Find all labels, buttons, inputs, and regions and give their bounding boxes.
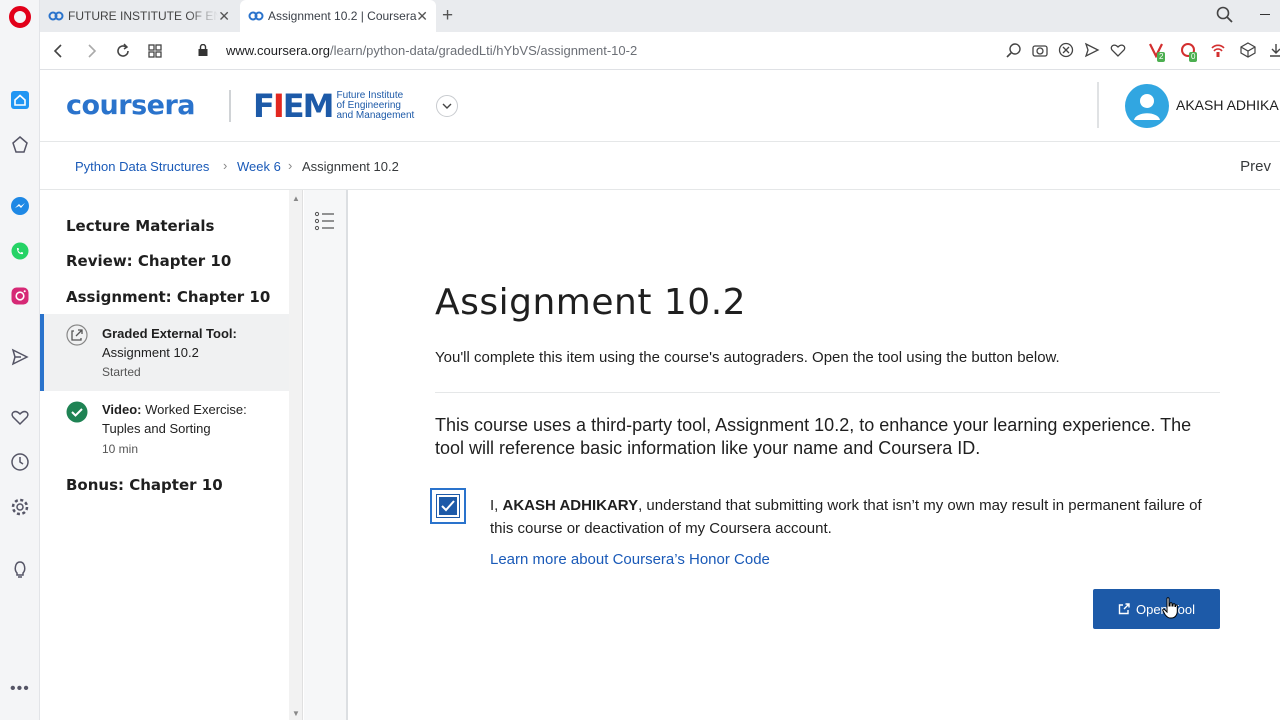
chevron-right-icon: › xyxy=(223,158,228,173)
instagram-icon[interactable] xyxy=(8,284,32,308)
chevron-right-icon: › xyxy=(288,158,293,173)
section-bonus-chapter[interactable]: Bonus: Chapter 10 xyxy=(66,476,223,494)
opera-logo-icon[interactable] xyxy=(9,6,31,28)
close-tab-icon[interactable]: ✕ xyxy=(218,8,230,25)
open-tool-button[interactable]: Open Tool xyxy=(1093,589,1220,629)
section-review-chapter[interactable]: Review: Chapter 10 xyxy=(66,252,231,270)
org-switcher-chevron-down-icon[interactable] xyxy=(436,95,458,117)
url-field[interactable]: www.coursera.org/learn/python-data/grade… xyxy=(226,43,637,58)
url-domain: www.coursera.org xyxy=(226,43,331,58)
breadcrumb-current: Assignment 10.2 xyxy=(302,159,399,174)
content-divider xyxy=(435,392,1220,393)
download-icon[interactable] xyxy=(1268,42,1280,58)
fiem-mark: FIEM xyxy=(253,87,334,125)
breadcrumb-week[interactable]: Week 6 xyxy=(237,159,281,174)
history-icon[interactable] xyxy=(8,450,32,474)
logo-divider xyxy=(229,90,231,122)
search-tabs-icon[interactable] xyxy=(1216,6,1234,24)
minimize-window-icon[interactable] xyxy=(1260,14,1270,15)
section-assignment-chapter[interactable]: Assignment: Chapter 10 xyxy=(66,288,270,306)
address-bar: www.coursera.org/learn/python-data/grade… xyxy=(40,32,1280,70)
scroll-down-arrow-icon[interactable]: ▼ xyxy=(292,709,300,718)
extension-badge: 0 xyxy=(1189,52,1198,62)
cube-icon[interactable] xyxy=(1240,42,1256,58)
more-dots-icon[interactable]: ••• xyxy=(10,680,30,698)
fiem-name-line: and Management xyxy=(336,110,415,121)
send-arrow-icon[interactable] xyxy=(1084,42,1100,58)
tab-fiem[interactable]: FUTURE INSTITUTE OF ENGI ✕ xyxy=(40,0,238,32)
honor-code-link[interactable]: Learn more about Coursera’s Honor Code xyxy=(490,551,770,568)
item-type: Graded External Tool: xyxy=(102,326,237,341)
completed-check-icon xyxy=(66,401,88,423)
honor-code-checkbox[interactable] xyxy=(430,488,466,524)
new-tab-plus-icon[interactable]: + xyxy=(442,5,453,27)
tab-title: FUTURE INSTITUTE OF ENGI xyxy=(68,9,218,23)
item-type: Video: xyxy=(102,402,142,417)
item-duration: 10 min xyxy=(102,442,139,456)
tab-strip: FUTURE INSTITUTE OF ENGI ✕ Assignment 10… xyxy=(40,0,1280,32)
breadcrumb: Python Data Structures › Week 6 › Assign… xyxy=(40,142,1280,190)
page-title: Assignment 10.2 xyxy=(435,282,747,323)
intro-text: You'll complete this item using the cour… xyxy=(435,349,1060,366)
section-lecture-materials[interactable]: Lecture Materials xyxy=(66,217,214,235)
bookmark-heart-icon[interactable] xyxy=(1110,42,1126,58)
header-divider xyxy=(1097,82,1099,128)
honor-user-name: AKASH ADHIKARY xyxy=(502,497,639,514)
home-icon[interactable] xyxy=(8,88,32,112)
fiem-logo[interactable]: FIEM Future Institute of Engineering and… xyxy=(253,88,436,124)
breadcrumb-course[interactable]: Python Data Structures xyxy=(75,159,209,174)
honor-code-statement: I, AKASH ADHIKARY, understand that submi… xyxy=(490,494,1220,540)
avatar-icon[interactable] xyxy=(1125,84,1169,128)
item-title: Assignment 10.2 xyxy=(102,345,199,360)
third-party-notice: This course uses a third-party tool, Ass… xyxy=(435,415,1192,458)
send-icon[interactable] xyxy=(8,345,32,369)
item-status: Started xyxy=(102,365,141,379)
lock-icon[interactable] xyxy=(198,44,208,56)
course-sidebar: Lecture Materials Review: Chapter 10 Ass… xyxy=(40,190,289,720)
browser-sidebar: ••• xyxy=(0,0,40,720)
sidebar-item-label: Graded External Tool: Assignment 10.2 xyxy=(102,324,282,362)
coursera-favicon-icon xyxy=(48,11,64,21)
settings-gear-icon[interactable] xyxy=(8,495,32,519)
url-path: /learn/python-data/gradedLti/hYbVS/assig… xyxy=(330,43,638,58)
vpn-icon[interactable] xyxy=(1210,42,1226,58)
camera-icon[interactable] xyxy=(1032,42,1048,58)
tabs-grid-icon[interactable] xyxy=(146,42,164,60)
adblock-icon[interactable] xyxy=(1058,42,1074,58)
tab-title: Assignment 10.2 | Coursera xyxy=(268,9,417,23)
external-link-icon xyxy=(1118,603,1130,615)
zoom-icon[interactable] xyxy=(1006,42,1022,58)
external-tool-icon xyxy=(66,324,88,346)
toc-rail xyxy=(304,190,348,720)
forward-arrow-icon[interactable] xyxy=(82,42,100,60)
scroll-up-arrow-icon[interactable]: ▲ xyxy=(292,194,300,203)
tab-assignment[interactable]: Assignment 10.2 | Coursera ✕ xyxy=(240,0,436,32)
honor-prefix: I, xyxy=(490,497,503,514)
sidebar-item-assignment[interactable]: Graded External Tool: Assignment 10.2 Sta… xyxy=(40,314,289,391)
coursera-logo[interactable]: coursera xyxy=(66,90,196,121)
main-content: Assignment 10.2 You'll complete this ite… xyxy=(350,190,1280,720)
sidebar-item-video[interactable]: Video: Worked Exercise: Tuples and Sorti… xyxy=(40,391,289,467)
reload-icon[interactable] xyxy=(114,42,132,60)
lightbulb-icon[interactable] xyxy=(8,557,32,581)
checkbox-checked-icon xyxy=(436,494,460,518)
speed-dial-icon[interactable] xyxy=(8,133,32,157)
fiem-mark-accent: I xyxy=(272,87,285,125)
messenger-icon[interactable] xyxy=(8,194,32,218)
close-tab-icon[interactable]: ✕ xyxy=(416,8,428,25)
extension-badge: 2 xyxy=(1157,52,1166,62)
coursera-header: coursera FIEM Future Institute of Engine… xyxy=(40,70,1280,142)
prev-button[interactable]: Prev xyxy=(1240,158,1271,175)
hand-cursor-icon xyxy=(1162,597,1178,619)
heart-icon[interactable] xyxy=(8,405,32,429)
list-toggle-icon[interactable] xyxy=(314,210,336,232)
fiem-name: Future Institute of Engineering and Mana… xyxy=(336,91,436,121)
user-name[interactable]: AKASH ADHIKA xyxy=(1176,97,1279,113)
coursera-favicon-icon xyxy=(248,11,264,21)
back-arrow-icon[interactable] xyxy=(50,42,68,60)
whatsapp-icon[interactable] xyxy=(8,239,32,263)
sidebar-scrollbar[interactable]: ▲ ▼ xyxy=(289,190,303,720)
sidebar-item-label: Video: Worked Exercise: Tuples and Sorti… xyxy=(102,400,282,438)
